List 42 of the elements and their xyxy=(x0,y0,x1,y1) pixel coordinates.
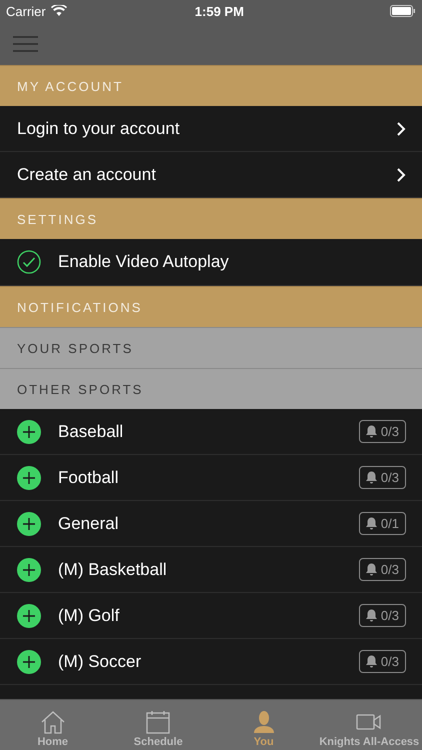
battery-icon xyxy=(390,5,416,17)
chevron-right-icon xyxy=(396,120,406,136)
plus-circle-icon[interactable] xyxy=(17,466,41,490)
sport-name: (M) Soccer xyxy=(58,652,142,672)
bell-icon xyxy=(366,609,377,622)
wifi-icon xyxy=(50,5,67,17)
bell-icon xyxy=(366,517,377,530)
section-header: SETTINGS xyxy=(17,212,98,226)
alert-count-badge[interactable]: 0/3 xyxy=(358,558,406,581)
sport-name: Football xyxy=(58,468,120,488)
bell-icon xyxy=(366,471,377,484)
bell-icon xyxy=(366,563,377,576)
calendar-icon xyxy=(145,710,172,734)
row-label: Create an account xyxy=(17,164,157,184)
plus-circle-icon[interactable] xyxy=(17,650,41,674)
section-header: OTHER SPORTS xyxy=(17,382,144,396)
sport-name: General xyxy=(58,514,120,534)
plus-circle-icon[interactable] xyxy=(17,558,41,582)
section-header: MY ACCOUNT xyxy=(17,78,124,94)
plus-circle-icon[interactable] xyxy=(17,512,41,536)
plus-circle-icon[interactable] xyxy=(17,420,41,444)
person-icon xyxy=(252,710,275,734)
bell-icon xyxy=(366,655,377,668)
setting-label: Enable Video Autoplay xyxy=(58,252,230,272)
house-icon xyxy=(40,710,66,734)
carrier-label: Carrier xyxy=(6,4,46,18)
bell-icon xyxy=(366,425,377,438)
sport-name: (M) Basketball xyxy=(58,560,168,580)
sport-name: Baseball xyxy=(58,422,124,442)
alert-count-badge[interactable]: 0/3 xyxy=(358,420,406,443)
section-header: NOTIFICATIONS xyxy=(17,300,142,314)
plus-circle-icon[interactable] xyxy=(17,604,41,628)
section-header: YOUR SPORTS xyxy=(17,340,134,356)
checkmark-circle-icon[interactable] xyxy=(17,250,41,274)
chevron-right-icon xyxy=(396,166,406,182)
row-label: Login to your account xyxy=(17,118,181,138)
alert-count-badge[interactable]: 0/3 xyxy=(358,466,406,489)
alert-count-badge[interactable]: 0/3 xyxy=(358,650,406,673)
alert-count-badge[interactable]: 0/3 xyxy=(358,604,406,627)
sport-name: (M) Golf xyxy=(58,606,120,626)
time-label: 1:59 PM xyxy=(194,4,244,18)
alert-count-badge[interactable]: 0/1 xyxy=(358,512,406,535)
